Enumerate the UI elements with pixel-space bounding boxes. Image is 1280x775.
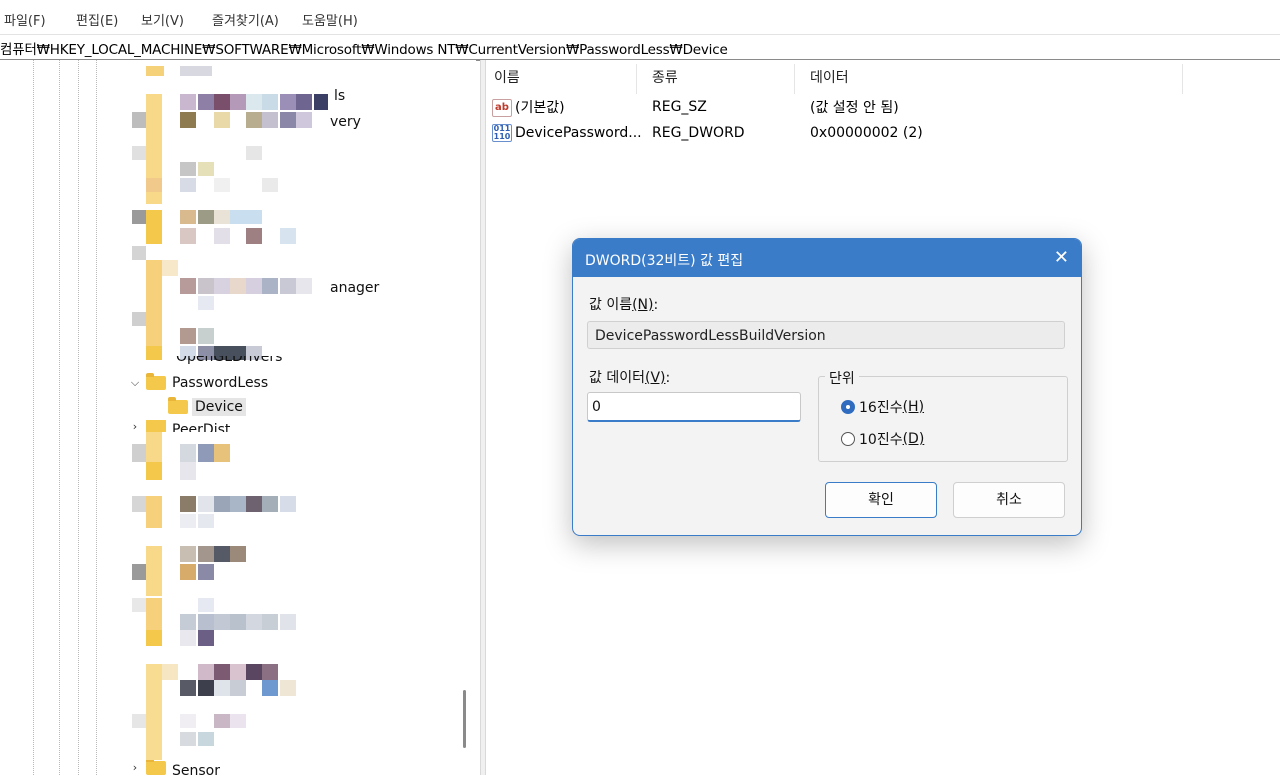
- chevron-down-icon[interactable]: ⌵: [128, 376, 142, 390]
- tree-item-fragment: very: [330, 114, 361, 130]
- ok-button[interactable]: 확인: [825, 482, 937, 518]
- tree-guide-line: [59, 60, 60, 775]
- table-row[interactable]: ab (기본값) REG_SZ (값 설정 안 됨): [486, 96, 1276, 118]
- value-data-label: 값 데이터(V):: [589, 370, 671, 386]
- value-data-input[interactable]: 0: [587, 392, 801, 422]
- tree-guide-line: [78, 60, 79, 775]
- value-data: (값 설정 안 됨): [810, 100, 899, 116]
- column-divider[interactable]: [636, 64, 637, 94]
- edit-dword-dialog: DWORD(32비트) 값 편집 ✕ 값 이름(N): DevicePasswo…: [572, 238, 1082, 536]
- radio-decimal[interactable]: 10진수 (D): [841, 429, 924, 449]
- folder-icon: [146, 760, 166, 775]
- address-path[interactable]: 컴퓨터₩HKEY_LOCAL_MACHINE₩SOFTWARE₩Microsof…: [0, 38, 728, 58]
- column-header-name[interactable]: 이름: [494, 60, 520, 94]
- tree-item-fragment: ls: [334, 88, 346, 104]
- binary-value-icon: 011 110: [492, 124, 512, 142]
- cancel-button[interactable]: 취소: [953, 482, 1065, 518]
- value-name-label: 값 이름(N):: [589, 297, 659, 313]
- string-value-icon: ab: [492, 99, 512, 117]
- column-header-type[interactable]: 종류: [652, 60, 678, 94]
- tree-item-passwordless[interactable]: ⌵ PasswordLess: [128, 372, 268, 394]
- column-divider[interactable]: [1182, 64, 1183, 94]
- column-header-data[interactable]: 데이터: [810, 60, 849, 94]
- menu-help[interactable]: 도움말(H): [302, 10, 358, 29]
- value-data: 0x00000002 (2): [810, 125, 923, 141]
- folder-icon: [146, 420, 166, 432]
- table-row[interactable]: 011 110 DevicePassword... REG_DWORD 0x0000…: [486, 122, 1276, 144]
- folder-open-icon: [168, 397, 188, 414]
- tree-item-sensor[interactable]: › Sensor: [128, 760, 220, 775]
- tree-scrollbar-thumb[interactable]: [463, 690, 466, 748]
- radio-unselected-icon: [841, 432, 855, 446]
- tree-guide-line: [96, 60, 97, 775]
- dialog-title: DWORD(32비트) 값 편집: [585, 253, 744, 269]
- tree-guide-line: [33, 60, 34, 775]
- menu-favorites[interactable]: 즐겨찾기(A): [212, 10, 279, 29]
- value-name: DevicePassword...: [515, 125, 642, 141]
- value-name: (기본값): [515, 100, 565, 116]
- base-group: [818, 376, 1068, 462]
- registry-tree[interactable]: ls very anager OpenGLDrivers ⌵ PasswordL…: [0, 60, 476, 775]
- dialog-title-bar[interactable]: DWORD(32비트) 값 편집 ✕: [573, 239, 1081, 277]
- menu-edit[interactable]: 편집(E): [76, 10, 118, 29]
- folder-icon: [146, 373, 166, 390]
- tree-item-fragment: anager: [330, 280, 380, 296]
- tree-item-partial[interactable]: OpenGLDrivers: [148, 356, 282, 368]
- value-name-field: DevicePasswordLessBuildVersion: [587, 321, 1065, 349]
- menu-file[interactable]: 파일(F): [4, 10, 46, 29]
- radio-selected-icon: [841, 400, 855, 414]
- chevron-right-icon[interactable]: ›: [128, 420, 142, 432]
- menu-bar: 파일(F) 편집(E) 보기(V) 즐겨찾기(A) 도움말(H): [0, 0, 1280, 34]
- close-icon[interactable]: ✕: [1054, 247, 1069, 268]
- value-type: REG_SZ: [652, 99, 707, 115]
- base-group-label: 단위: [825, 368, 859, 388]
- address-bar[interactable]: 컴퓨터₩HKEY_LOCAL_MACHINE₩SOFTWARE₩Microsof…: [0, 34, 1280, 61]
- radio-hexadecimal[interactable]: 16진수 (H): [841, 397, 924, 417]
- column-divider[interactable]: [794, 64, 795, 94]
- menu-view[interactable]: 보기(V): [141, 10, 184, 29]
- value-type: REG_DWORD: [652, 125, 745, 141]
- tree-item-device[interactable]: Device: [168, 396, 246, 418]
- chevron-right-icon[interactable]: ›: [128, 761, 142, 774]
- tree-item-peerdist[interactable]: › PeerDist: [128, 420, 230, 432]
